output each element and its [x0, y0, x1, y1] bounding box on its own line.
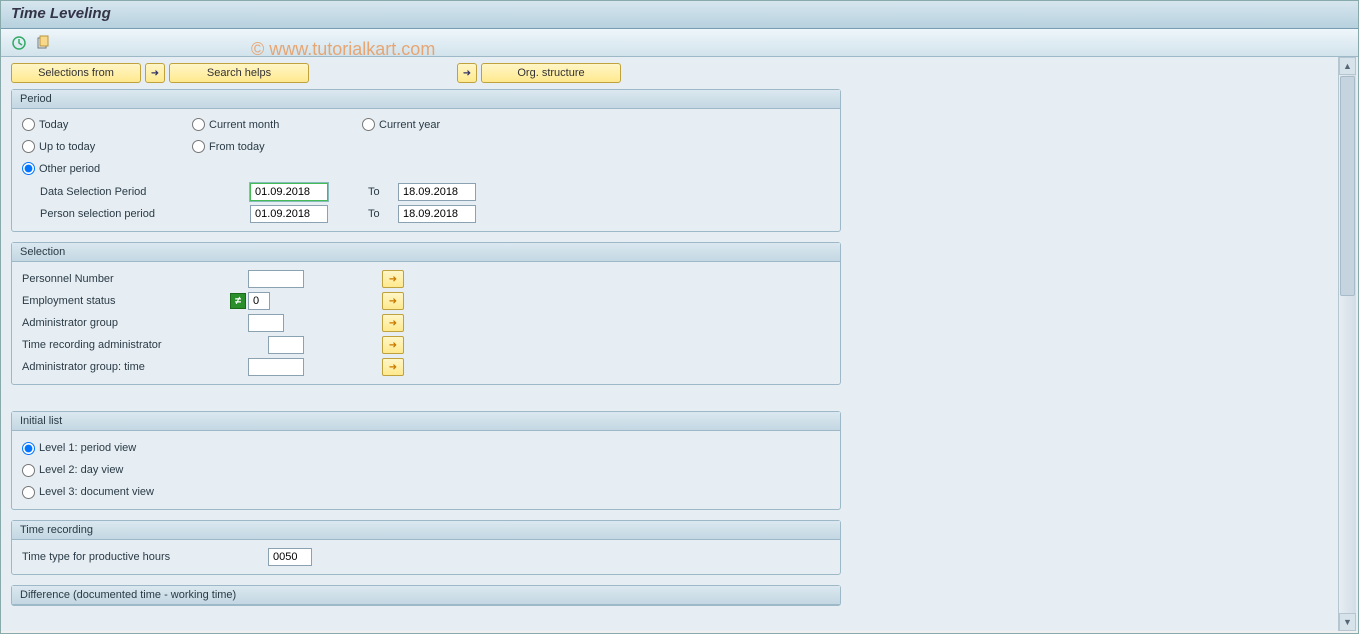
not-equal-icon[interactable]: ≠ [230, 293, 246, 309]
radio-from-today[interactable]: From today [192, 140, 265, 153]
data-selection-period-label: Data Selection Period [40, 186, 250, 198]
arrow-right-icon: ➜ [389, 296, 397, 307]
org-structure-button[interactable]: Org. structure [481, 63, 621, 83]
arrow-right-icon: ➜ [389, 340, 397, 351]
scroll-up-icon[interactable]: ▲ [1339, 57, 1356, 75]
arrow-right-icon: ➜ [389, 274, 397, 285]
personnel-number-label: Personnel Number [22, 273, 248, 285]
page-title: Time Leveling [11, 5, 1348, 22]
radio-level-1[interactable]: Level 1: period view [22, 442, 136, 455]
app-toolbar [1, 29, 1358, 57]
initial-list-group: Initial list Level 1: period view Level … [11, 411, 841, 510]
radio-current-year[interactable]: Current year [362, 118, 440, 131]
content-area: Selections from ➜ Search helps ➜ Org. st… [1, 57, 1358, 631]
admin-group-input[interactable] [248, 314, 284, 332]
data-selection-to-input[interactable] [398, 183, 476, 201]
admin-group-time-label: Administrator group: time [22, 361, 248, 373]
arrow-right-icon: ➜ [151, 68, 159, 79]
admin-group-time-multi-button[interactable]: ➜ [382, 358, 404, 376]
period-group: Period Today Current month Current year … [11, 89, 841, 232]
time-rec-admin-label: Time recording administrator [22, 339, 268, 351]
time-rec-admin-multi-button[interactable]: ➜ [382, 336, 404, 354]
arrow-right-icon: ➜ [389, 362, 397, 373]
arrow-right-icon: ➜ [389, 318, 397, 329]
employment-status-label: Employment status [22, 295, 230, 307]
selections-from-button[interactable]: Selections from [11, 63, 141, 83]
admin-group-multi-button[interactable]: ➜ [382, 314, 404, 332]
radio-level-3[interactable]: Level 3: document view [22, 486, 154, 499]
org-structure-expand[interactable]: ➜ [457, 63, 477, 83]
employment-status-input[interactable] [248, 292, 270, 310]
vertical-scrollbar[interactable]: ▲ ▼ [1338, 57, 1356, 631]
employment-status-multi-button[interactable]: ➜ [382, 292, 404, 310]
scroll-down-icon[interactable]: ▼ [1339, 613, 1356, 631]
initial-list-group-title: Initial list [12, 412, 840, 431]
data-selection-from-input[interactable] [250, 183, 328, 201]
search-helps-button[interactable]: Search helps [169, 63, 309, 83]
radio-other-period[interactable]: Other period [22, 162, 100, 175]
person-selection-from-input[interactable] [250, 205, 328, 223]
personnel-number-multi-button[interactable]: ➜ [382, 270, 404, 288]
to-label-1: To [328, 186, 398, 198]
person-selection-to-input[interactable] [398, 205, 476, 223]
get-variant-icon[interactable] [35, 35, 51, 51]
difference-group: Difference (documented time - working ti… [11, 585, 841, 606]
admin-group-label: Administrator group [22, 317, 248, 329]
person-selection-period-label: Person selection period [40, 208, 250, 220]
period-group-title: Period [12, 90, 840, 109]
to-label-2: To [328, 208, 398, 220]
radio-current-month[interactable]: Current month [192, 118, 279, 131]
difference-group-title: Difference (documented time - working ti… [12, 586, 840, 605]
selection-group: Selection Personnel Number ➜ Employment … [11, 242, 841, 385]
title-bar: Time Leveling [1, 1, 1358, 29]
personnel-number-input[interactable] [248, 270, 304, 288]
selection-group-title: Selection [12, 243, 840, 262]
time-type-input[interactable] [268, 548, 312, 566]
time-type-label: Time type for productive hours [22, 551, 268, 563]
arrow-right-icon: ➜ [463, 68, 471, 79]
time-recording-group: Time recording Time type for productive … [11, 520, 841, 575]
top-button-row: Selections from ➜ Search helps ➜ Org. st… [11, 63, 1348, 83]
selections-from-expand[interactable]: ➜ [145, 63, 165, 83]
scroll-thumb[interactable] [1340, 76, 1355, 296]
radio-up-to-today[interactable]: Up to today [22, 140, 95, 153]
radio-today[interactable]: Today [22, 118, 68, 131]
radio-level-2[interactable]: Level 2: day view [22, 464, 123, 477]
admin-group-time-input[interactable] [248, 358, 304, 376]
time-rec-admin-input[interactable] [268, 336, 304, 354]
execute-icon[interactable] [11, 35, 27, 51]
time-recording-group-title: Time recording [12, 521, 840, 540]
